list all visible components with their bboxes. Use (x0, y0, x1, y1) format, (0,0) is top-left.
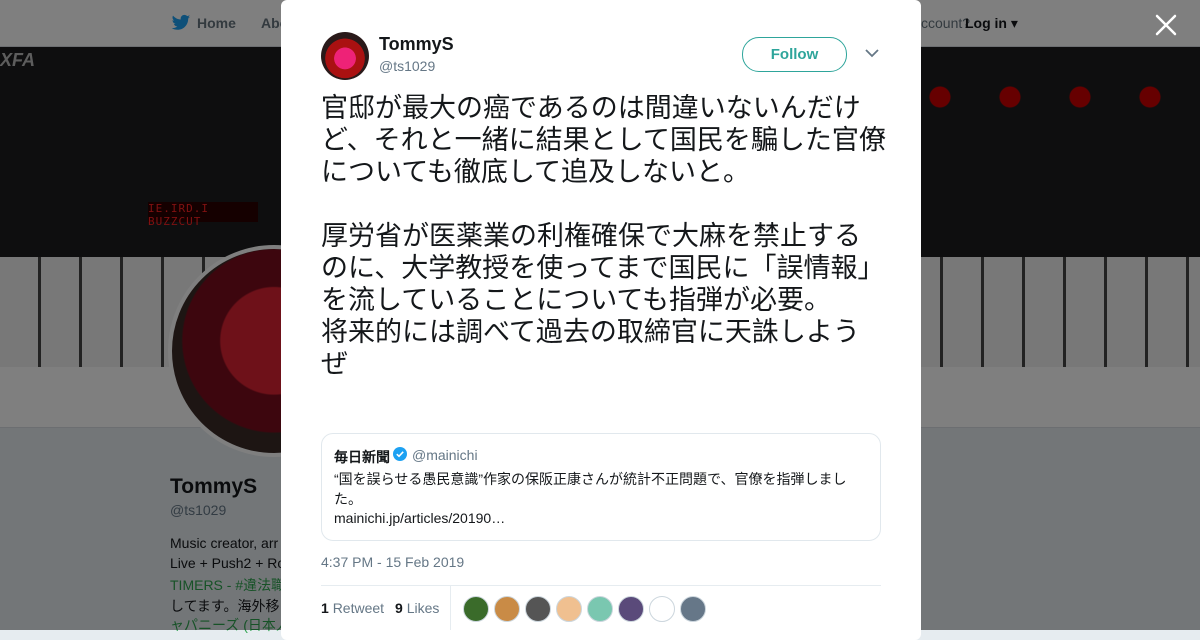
tweet-author-handle[interactable]: @ts1029 (379, 58, 435, 74)
tweet-text: 官邸が最大の癌であるのは間違いないんだけど、それと一緒に結果として国民を騙した官… (321, 92, 886, 380)
tweet-timestamp[interactable]: 4:37 PM - 15 Feb 2019 (321, 554, 464, 570)
follow-button[interactable]: Follow (742, 37, 847, 72)
likes-label: Likes (406, 600, 440, 616)
tweet-blank-line (321, 188, 886, 220)
close-icon[interactable] (1153, 12, 1179, 38)
likers-avatars (463, 596, 706, 622)
retweet-count: 1 (321, 600, 329, 616)
liker-avatar[interactable] (618, 596, 644, 622)
liker-avatar[interactable] (680, 596, 706, 622)
liker-avatar[interactable] (556, 596, 582, 622)
tweet-modal: TommyS @ts1029 Follow 官邸が最大の癌であるのは間違いないん… (281, 0, 921, 640)
liker-avatar[interactable] (494, 596, 520, 622)
tweet-paragraph: 将来的には調べて過去の取締官に天誅しようぜ (321, 317, 860, 379)
like-count: 9 (395, 600, 403, 616)
tweet-author-name[interactable]: TommyS (379, 34, 454, 55)
tweet-paragraph: 厚労省が医薬業の利権確保で大麻を禁止するのに、大学教授を使ってまで国民に「誤情報… (321, 221, 885, 315)
quoted-tweet[interactable]: 毎日新聞 @mainichi “国を誤らせる愚民意識”作家の保阪正康さんが統計不… (321, 433, 881, 541)
likes-stat[interactable]: 9 Likes (395, 600, 439, 616)
verified-badge-icon (393, 447, 407, 461)
retweet-stat[interactable]: 1 Retweet (321, 600, 384, 616)
liker-avatar[interactable] (649, 596, 675, 622)
liker-avatar[interactable] (463, 596, 489, 622)
liker-avatar[interactable] (525, 596, 551, 622)
quoted-author-handle: @mainichi (412, 447, 478, 463)
liker-avatar[interactable] (587, 596, 613, 622)
quoted-tweet-link[interactable]: mainichi.jp/articles/20190… (334, 510, 505, 526)
retweet-label: Retweet (332, 600, 385, 616)
tweet-paragraph: 官邸が最大の癌であるのは間違いないんだけど、それと一緒に結果として国民を騙した官… (321, 93, 886, 187)
chevron-down-icon[interactable] (865, 48, 879, 58)
stats-separator (450, 586, 451, 630)
quoted-author-name: 毎日新聞 (334, 449, 390, 465)
quoted-tweet-text: “国を誤らせる愚民意識”作家の保阪正康さんが統計不正問題で、官僚を指弾しました。 (334, 471, 847, 507)
tweet-author-avatar[interactable] (321, 32, 369, 80)
stats-divider (321, 585, 881, 586)
